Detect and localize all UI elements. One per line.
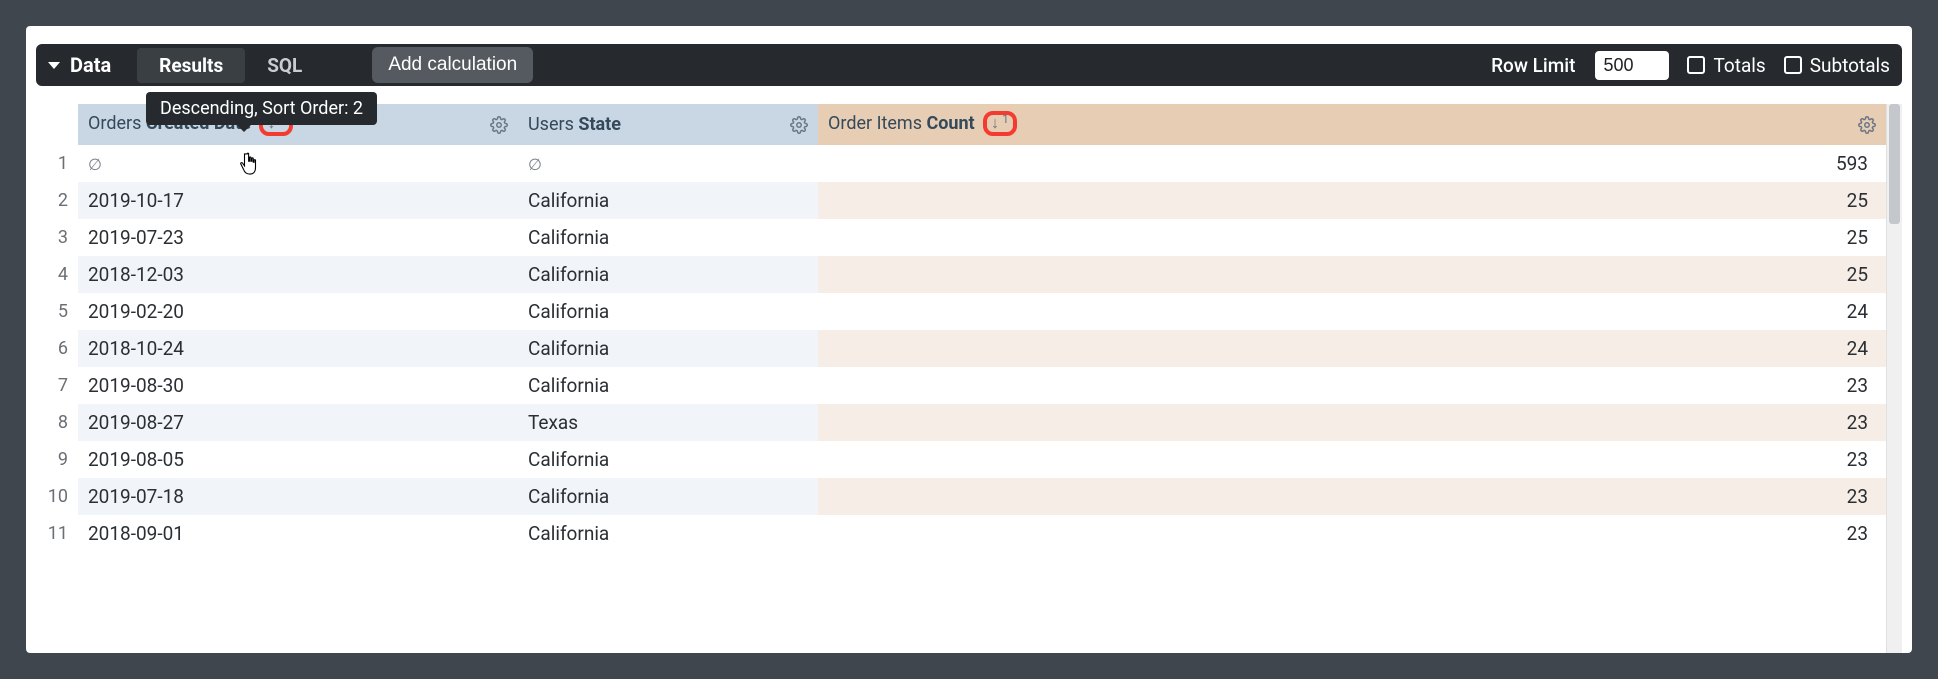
cell-count[interactable]: 23 xyxy=(818,515,1886,552)
cell-created-date[interactable]: 2018-12-03 xyxy=(78,256,518,293)
totals-toggle[interactable]: Totals xyxy=(1687,54,1765,77)
cell-created-date[interactable]: 2019-08-05 xyxy=(78,441,518,478)
data-section-label: Data xyxy=(70,53,111,77)
cell-state[interactable]: California xyxy=(518,441,818,478)
data-section-toggle[interactable]: Data xyxy=(48,53,111,77)
table-row[interactable]: 102019-07-18California23 xyxy=(36,478,1886,515)
row-limit-input[interactable] xyxy=(1595,51,1669,80)
cell-state[interactable]: California xyxy=(518,515,818,552)
col-header-users-state[interactable]: Users State xyxy=(518,104,818,145)
gear-icon[interactable] xyxy=(790,116,808,134)
sort-indicator-count[interactable]: ↓1 xyxy=(983,111,1017,136)
col-name: State xyxy=(578,114,621,135)
table-row[interactable]: 112018-09-01California23 xyxy=(36,515,1886,552)
table-row[interactable]: 52019-02-20California24 xyxy=(36,293,1886,330)
gear-icon[interactable] xyxy=(490,116,508,134)
cell-state[interactable]: California xyxy=(518,330,818,367)
row-number: 9 xyxy=(36,441,78,478)
totals-label: Totals xyxy=(1713,54,1765,77)
col-prefix: Orders xyxy=(88,113,146,134)
cell-state[interactable]: California xyxy=(518,293,818,330)
cell-created-date[interactable]: 2018-09-01 xyxy=(78,515,518,552)
cell-created-date[interactable]: 2019-07-23 xyxy=(78,219,518,256)
tabbar: Results SQL xyxy=(137,48,324,83)
sort-tooltip: Descending, Sort Order: 2 xyxy=(146,92,377,125)
subtotals-toggle[interactable]: Subtotals xyxy=(1784,54,1890,77)
col-prefix: Users xyxy=(528,114,578,135)
row-number: 6 xyxy=(36,330,78,367)
col-prefix: Order Items xyxy=(828,113,926,134)
cell-count[interactable]: 23 xyxy=(818,441,1886,478)
cell-count[interactable]: 593 xyxy=(818,145,1886,182)
row-number: 8 xyxy=(36,404,78,441)
row-number: 1 xyxy=(36,145,78,182)
table-row[interactable]: 82019-08-27Texas23 xyxy=(36,404,1886,441)
cell-created-date[interactable]: 2018-10-24 xyxy=(78,330,518,367)
cell-created-date[interactable]: 2019-10-17 xyxy=(78,182,518,219)
row-number: 3 xyxy=(36,219,78,256)
cell-created-date[interactable]: 2019-02-20 xyxy=(78,293,518,330)
cell-count[interactable]: 25 xyxy=(818,182,1886,219)
arrow-down-icon: ↓ xyxy=(991,115,999,131)
table-row[interactable]: 22019-10-17California25 xyxy=(36,182,1886,219)
add-calculation-button[interactable]: Add calculation xyxy=(372,47,533,83)
scrollbar-thumb[interactable] xyxy=(1889,104,1900,224)
cell-count[interactable]: 23 xyxy=(818,404,1886,441)
sort-order-number: 1 xyxy=(1002,112,1009,126)
cell-created-date[interactable]: ∅ xyxy=(78,145,518,182)
vertical-scrollbar[interactable] xyxy=(1886,104,1902,653)
cell-created-date[interactable]: 2019-08-27 xyxy=(78,404,518,441)
table-row[interactable]: 72019-08-30California23 xyxy=(36,367,1886,404)
totals-checkbox[interactable] xyxy=(1687,56,1705,74)
results-table-wrap: Orders Created Date ↓2 Users State Order… xyxy=(36,104,1902,653)
cell-count[interactable]: 24 xyxy=(818,293,1886,330)
cell-count[interactable]: 24 xyxy=(818,330,1886,367)
cell-state[interactable]: Texas xyxy=(518,404,818,441)
row-number: 7 xyxy=(36,367,78,404)
results-table: Orders Created Date ↓2 Users State Order… xyxy=(36,104,1886,552)
cell-state[interactable]: California xyxy=(518,182,818,219)
data-toolbar: Data Results SQL Add calculation Row Lim… xyxy=(36,44,1902,86)
row-number: 10 xyxy=(36,478,78,515)
caret-down-icon xyxy=(48,62,60,69)
row-number: 5 xyxy=(36,293,78,330)
cell-count[interactable]: 25 xyxy=(818,219,1886,256)
cell-state[interactable]: California xyxy=(518,219,818,256)
data-panel: Data Results SQL Add calculation Row Lim… xyxy=(26,26,1912,653)
cell-state[interactable]: California xyxy=(518,256,818,293)
table-row[interactable]: 1∅∅593 xyxy=(36,145,1886,182)
cell-created-date[interactable]: 2019-07-18 xyxy=(78,478,518,515)
table-row[interactable]: 42018-12-03California25 xyxy=(36,256,1886,293)
subtotals-label: Subtotals xyxy=(1810,54,1890,77)
cell-count[interactable]: 25 xyxy=(818,256,1886,293)
cell-state[interactable]: California xyxy=(518,367,818,404)
cell-state[interactable]: California xyxy=(518,478,818,515)
results-tbody: 1∅∅59322019-10-17California2532019-07-23… xyxy=(36,145,1886,552)
cell-count[interactable]: 23 xyxy=(818,367,1886,404)
cell-count[interactable]: 23 xyxy=(818,478,1886,515)
col-name: Count xyxy=(926,113,974,134)
gear-icon[interactable] xyxy=(1858,116,1876,134)
col-header-order-items-count[interactable]: Order Items Count ↓1 xyxy=(818,104,1886,145)
tab-results[interactable]: Results xyxy=(137,48,245,83)
row-number: 11 xyxy=(36,515,78,552)
cell-created-date[interactable]: 2019-08-30 xyxy=(78,367,518,404)
col-rownum-header xyxy=(36,104,78,145)
table-row[interactable]: 32019-07-23California25 xyxy=(36,219,1886,256)
row-number: 2 xyxy=(36,182,78,219)
row-number: 4 xyxy=(36,256,78,293)
table-row[interactable]: 62018-10-24California24 xyxy=(36,330,1886,367)
table-row[interactable]: 92019-08-05California23 xyxy=(36,441,1886,478)
subtotals-checkbox[interactable] xyxy=(1784,56,1802,74)
cell-state[interactable]: ∅ xyxy=(518,145,818,182)
tab-sql[interactable]: SQL xyxy=(245,48,324,83)
row-limit-label: Row Limit xyxy=(1491,54,1575,77)
